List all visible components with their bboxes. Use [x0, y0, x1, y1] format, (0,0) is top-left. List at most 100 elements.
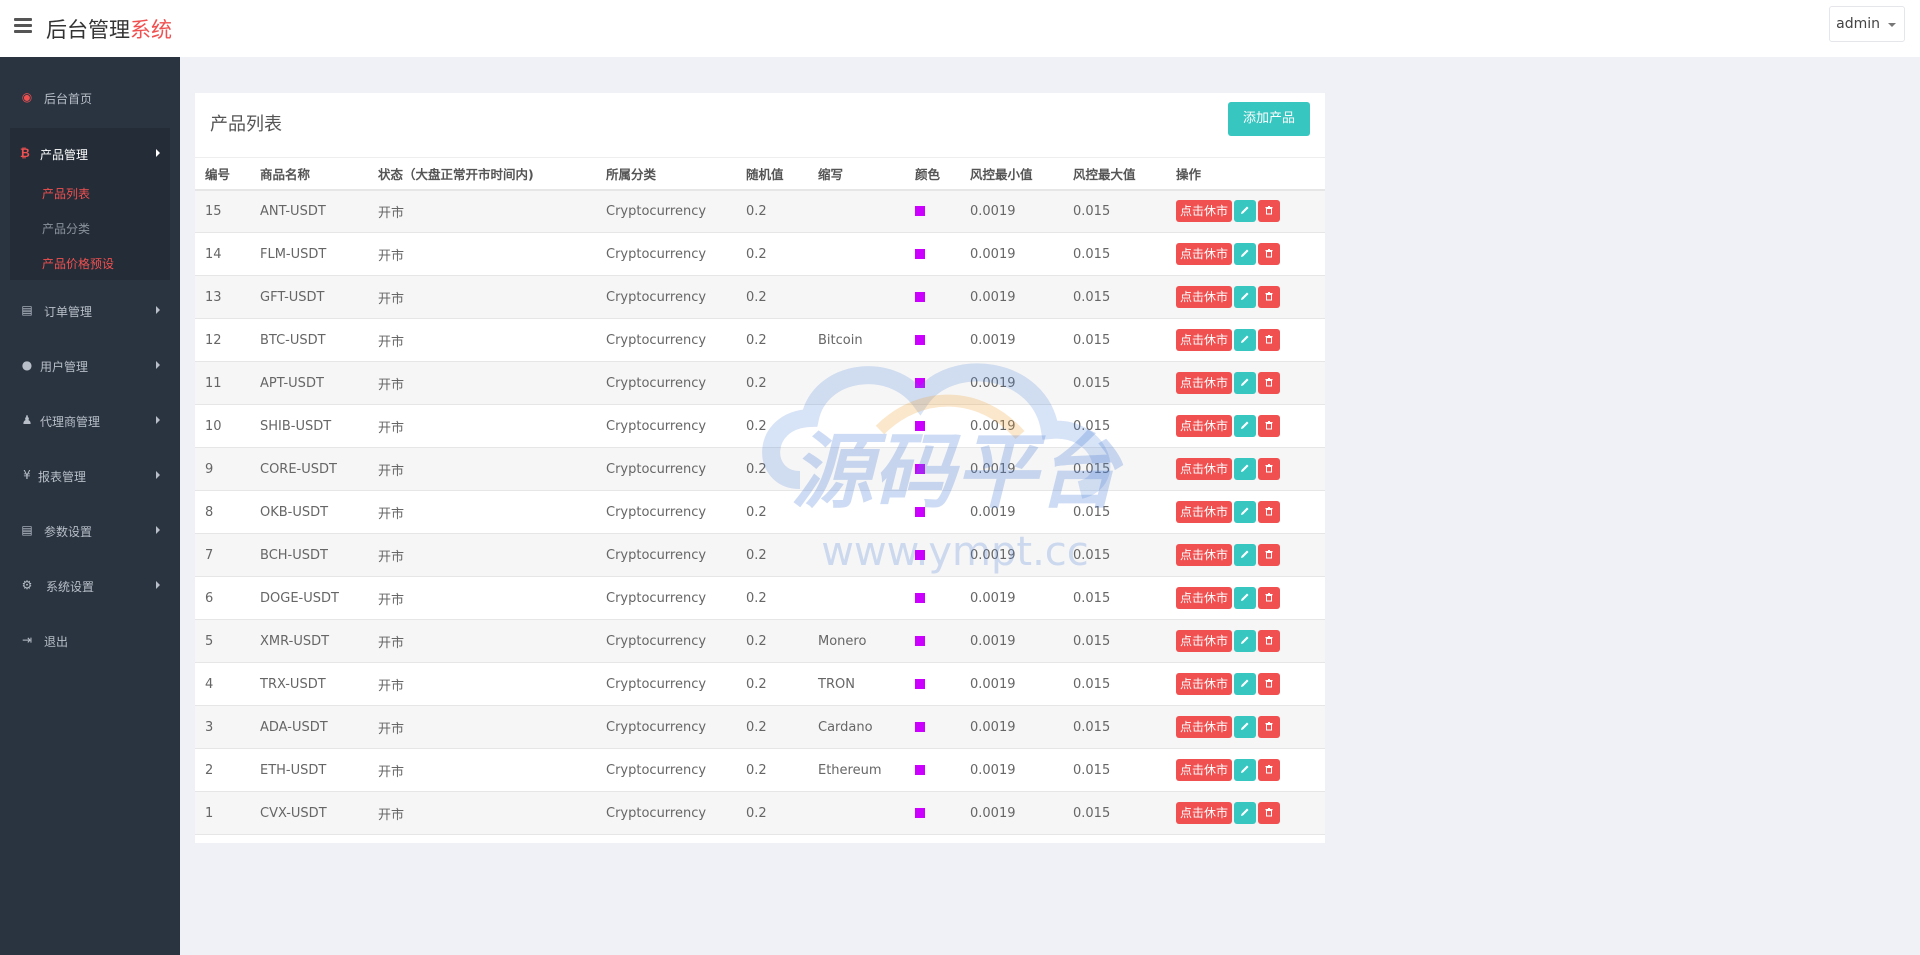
edit-button[interactable] [1234, 415, 1257, 437]
cell-random: 0.2 [746, 418, 767, 434]
cell-risk-min: 0.0019 [970, 375, 1016, 391]
cell-color [905, 491, 960, 534]
delete-button[interactable] [1258, 544, 1281, 566]
delete-button[interactable] [1258, 501, 1281, 523]
delete-button[interactable] [1258, 458, 1281, 480]
sidebar-subitem-product-category[interactable]: 产品分类 [42, 220, 90, 237]
edit-button[interactable] [1234, 759, 1257, 781]
close-market-button[interactable]: 点击休市 [1176, 759, 1233, 781]
close-market-button[interactable]: 点击休市 [1176, 415, 1233, 437]
cell-abbr [808, 792, 905, 835]
sidebar-item-agents[interactable]: ♟ 代理商管理 [0, 400, 180, 440]
cell-color [905, 448, 960, 491]
close-market-button[interactable]: 点击休市 [1176, 587, 1233, 609]
sidebar-item-products[interactable]: ₿ 产品管理 [10, 128, 170, 178]
close-market-button[interactable]: 点击休市 [1176, 501, 1233, 523]
cell-risk-min: 0.0019 [970, 289, 1016, 305]
delete-button[interactable] [1258, 587, 1281, 609]
cell-name: GFT-USDT [260, 289, 325, 305]
close-market-button[interactable]: 点击休市 [1176, 458, 1233, 480]
close-market-button[interactable]: 点击休市 [1176, 243, 1233, 265]
close-market-button[interactable]: 点击休市 [1176, 630, 1233, 652]
cell-risk-max: 0.015 [1073, 418, 1111, 434]
close-market-button[interactable]: 点击休市 [1176, 544, 1233, 566]
edit-button[interactable] [1234, 630, 1257, 652]
sidebar-subitem-price-preset[interactable]: 产品价格预设 [42, 255, 114, 272]
trash-icon [1265, 378, 1273, 387]
sidebar-item-home[interactable]: ◉ 后台首页 [0, 77, 180, 117]
menu-toggle-icon[interactable] [14, 18, 32, 34]
delete-button[interactable] [1258, 673, 1281, 695]
close-market-button[interactable]: 点击休市 [1176, 286, 1233, 308]
delete-button[interactable] [1258, 415, 1281, 437]
color-swatch [915, 636, 925, 646]
trash-icon [1265, 550, 1273, 559]
close-market-button[interactable]: 点击休市 [1176, 673, 1233, 695]
delete-button[interactable] [1258, 716, 1281, 738]
delete-button[interactable] [1258, 329, 1281, 351]
sidebar-item-users[interactable]: ● 用户管理 [0, 345, 180, 385]
cell-status: 开市 [378, 463, 405, 479]
cell-status: 开市 [378, 721, 405, 737]
cell-id: 7 [205, 547, 214, 563]
edit-button[interactable] [1234, 372, 1257, 394]
cell-name: TRX-USDT [260, 676, 326, 692]
delete-button[interactable] [1258, 372, 1281, 394]
cell-category: Cryptocurrency [606, 246, 707, 262]
cell-risk-max: 0.015 [1073, 805, 1111, 821]
sidebar-item-label: 退出 [44, 635, 69, 649]
delete-button[interactable] [1258, 200, 1281, 223]
delete-button[interactable] [1258, 243, 1281, 265]
cell-random: 0.2 [746, 805, 767, 821]
sidebar-subitem-product-list[interactable]: 产品列表 [42, 185, 90, 202]
cell-name: BCH-USDT [260, 547, 328, 563]
cell-name: SHIB-USDT [260, 418, 332, 434]
edit-button[interactable] [1234, 544, 1257, 566]
cell-abbr: TRON [818, 676, 855, 692]
trash-icon [1265, 722, 1273, 731]
edit-button[interactable] [1234, 286, 1257, 308]
pencil-icon [1241, 335, 1249, 343]
edit-button[interactable] [1234, 329, 1257, 351]
cell-id: 14 [205, 246, 222, 262]
cell-id: 12 [205, 332, 222, 348]
edit-button[interactable] [1234, 458, 1257, 480]
cell-category: Cryptocurrency [606, 719, 707, 735]
close-market-button[interactable]: 点击休市 [1176, 329, 1233, 351]
cell-color [905, 663, 960, 706]
add-product-button[interactable]: 添加产品 [1228, 102, 1310, 136]
trash-icon [1265, 507, 1273, 516]
close-market-button[interactable]: 点击休市 [1176, 372, 1233, 394]
user-menu-button[interactable]: admin [1829, 6, 1905, 42]
close-market-button[interactable]: 点击休市 [1176, 716, 1233, 738]
delete-button[interactable] [1258, 286, 1281, 308]
edit-button[interactable] [1234, 200, 1257, 223]
sidebar-item-logout[interactable]: ⇥ 退出 [0, 620, 180, 660]
close-market-button[interactable]: 点击休市 [1176, 802, 1233, 824]
delete-button[interactable] [1258, 630, 1281, 652]
delete-button[interactable] [1258, 802, 1281, 824]
edit-button[interactable] [1234, 716, 1257, 738]
user-icon: ● [21, 358, 33, 372]
cell-risk-max: 0.015 [1073, 762, 1111, 778]
col-header-status: 状态（大盘正常开市时间内) [378, 166, 534, 182]
close-market-button[interactable]: 点击休市 [1176, 200, 1233, 223]
sidebar-item-params[interactable]: ▤ 参数设置 [0, 510, 180, 550]
cell-risk-min: 0.0019 [970, 547, 1016, 563]
cell-color [905, 534, 960, 577]
cell-abbr [808, 405, 905, 448]
edit-button[interactable] [1234, 243, 1257, 265]
edit-button[interactable] [1234, 673, 1257, 695]
cell-risk-min: 0.0019 [970, 633, 1016, 649]
edit-button[interactable] [1234, 802, 1257, 824]
edit-button[interactable] [1234, 501, 1257, 523]
edit-button[interactable] [1234, 587, 1257, 609]
cell-category: Cryptocurrency [606, 762, 707, 778]
pencil-icon [1241, 679, 1249, 687]
delete-button[interactable] [1258, 759, 1281, 781]
sidebar-item-system[interactable]: ⚙ 系统设置 [0, 565, 180, 605]
sidebar-item-orders[interactable]: ▤ 订单管理 [0, 290, 180, 330]
cell-abbr [808, 534, 905, 577]
cell-name: ADA-USDT [260, 719, 328, 735]
sidebar-item-reports[interactable]: ¥ 报表管理 [0, 455, 180, 495]
